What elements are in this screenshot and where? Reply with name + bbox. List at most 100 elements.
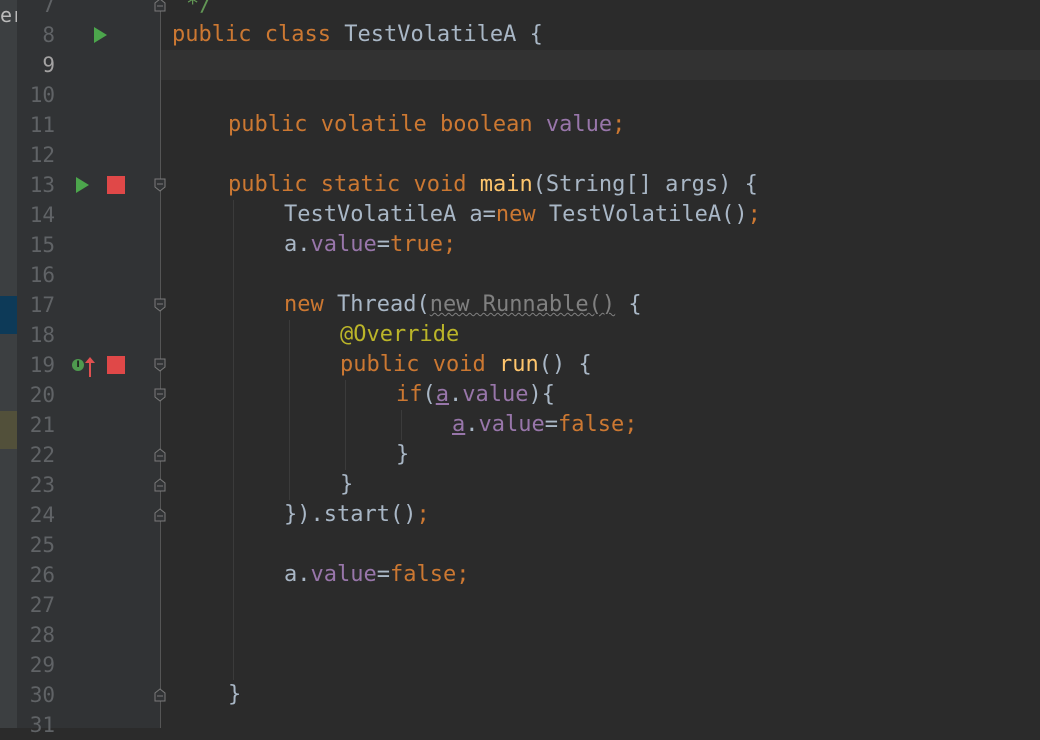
code-line[interactable]: } bbox=[228, 680, 241, 710]
keyword-token: public bbox=[340, 352, 420, 377]
code-line[interactable]: public void run() { bbox=[340, 350, 592, 380]
keyword-token: if bbox=[396, 382, 423, 407]
line-number: 14 bbox=[29, 203, 55, 227]
line-number: 20 bbox=[29, 383, 55, 407]
code-text: . bbox=[465, 412, 479, 437]
keyword-token: class bbox=[264, 22, 331, 47]
code-text: a. bbox=[284, 562, 311, 587]
fold-end-icon[interactable] bbox=[154, 448, 166, 462]
line-number: 21 bbox=[29, 413, 55, 437]
semicolon-token: ; bbox=[747, 202, 761, 227]
code-line[interactable]: } bbox=[396, 440, 409, 470]
keyword-token: false bbox=[557, 412, 625, 437]
fold-end-icon[interactable] bbox=[154, 478, 166, 492]
keyword-token: public bbox=[228, 172, 308, 197]
line-number: 15 bbox=[29, 233, 55, 257]
code-text: ){ bbox=[528, 382, 555, 407]
method-name-token: run bbox=[498, 352, 539, 377]
code-line[interactable]: } bbox=[340, 470, 353, 500]
line-number: 10 bbox=[29, 83, 55, 107]
field-token: value bbox=[310, 562, 377, 587]
captured-variable-token: a bbox=[435, 382, 449, 407]
line-number: 19 bbox=[29, 353, 55, 377]
code-text: }).start() bbox=[284, 502, 417, 527]
line-number: 8 bbox=[42, 23, 55, 47]
code-text: TestVolatileA() bbox=[535, 202, 748, 227]
indent-guide bbox=[289, 320, 290, 500]
fold-start-icon[interactable] bbox=[154, 388, 166, 402]
field-token: value bbox=[478, 412, 545, 437]
code-line[interactable]: public static void main(String[] args) { bbox=[228, 170, 758, 200]
line-number: 30 bbox=[29, 683, 55, 707]
run-class-icon[interactable] bbox=[94, 27, 107, 43]
code-text: () { bbox=[538, 352, 592, 377]
code-text: Thread( bbox=[323, 292, 430, 317]
line-number: 11 bbox=[29, 113, 55, 137]
fold-start-icon[interactable] bbox=[154, 178, 166, 192]
code-text: . bbox=[449, 382, 463, 407]
code-line[interactable]: if(a.value){ bbox=[396, 380, 555, 410]
code-text: = bbox=[376, 562, 390, 587]
keyword-token: boolean bbox=[439, 112, 533, 137]
implements-method-icon[interactable]: I bbox=[72, 359, 84, 371]
code-text: TestVolatileA a= bbox=[284, 202, 496, 227]
code-line[interactable]: public volatile boolean value; bbox=[228, 110, 625, 140]
tool-window-marker[interactable] bbox=[0, 411, 17, 449]
run-main-icon[interactable] bbox=[76, 177, 89, 193]
code-line[interactable]: a.value=false; bbox=[452, 410, 637, 440]
line-number: 22 bbox=[29, 443, 55, 467]
fold-end-icon[interactable] bbox=[154, 508, 166, 522]
fold-end-icon[interactable] bbox=[154, 0, 166, 12]
keyword-token: public bbox=[228, 112, 308, 137]
semicolon-token: ; bbox=[612, 112, 626, 137]
keyword-token: new bbox=[495, 202, 536, 227]
comment-token: */ bbox=[186, 0, 213, 17]
field-token: value bbox=[310, 232, 377, 257]
line-number: 28 bbox=[29, 623, 55, 647]
breakpoint-icon[interactable] bbox=[107, 176, 125, 194]
breakpoint-icon[interactable] bbox=[107, 356, 125, 374]
code-line[interactable]: */ bbox=[186, 0, 213, 20]
code-line[interactable]: @Override bbox=[340, 320, 459, 350]
anonymous-class-hint: new Runnable() bbox=[429, 292, 616, 317]
fold-start-icon[interactable] bbox=[154, 298, 166, 312]
line-number: 25 bbox=[29, 533, 55, 557]
code-text: = bbox=[376, 232, 390, 257]
code-line[interactable]: TestVolatileA a=new TestVolatileA(); bbox=[284, 200, 761, 230]
indent-guide bbox=[401, 410, 402, 440]
keyword-token: static bbox=[320, 172, 401, 197]
captured-variable-token: a bbox=[452, 412, 466, 437]
code-text: a. bbox=[284, 232, 311, 257]
brace-token: { bbox=[615, 292, 642, 317]
keyword-token: true bbox=[389, 232, 443, 257]
semicolon-token: ; bbox=[624, 412, 638, 437]
code-text: = bbox=[544, 412, 558, 437]
brace-token: } bbox=[340, 472, 354, 497]
code-line[interactable]: new Thread(new Runnable() { bbox=[284, 290, 642, 320]
line-number: 29 bbox=[29, 653, 55, 677]
line-number-current: 9 bbox=[42, 53, 55, 77]
code-line[interactable]: a.value=false; bbox=[284, 560, 469, 590]
tool-window-strip: er bbox=[0, 0, 24, 728]
semicolon-token: ; bbox=[416, 502, 430, 527]
tool-window-selected-marker[interactable] bbox=[0, 296, 17, 334]
keyword-token: public bbox=[172, 22, 252, 47]
line-number: 13 bbox=[29, 173, 55, 197]
line-number: 27 bbox=[29, 593, 55, 617]
fold-end-icon[interactable] bbox=[154, 688, 166, 702]
code-line[interactable]: }).start(); bbox=[284, 500, 430, 530]
line-number: 31 bbox=[29, 713, 55, 737]
line-number: 7 bbox=[42, 0, 55, 17]
annotation-token: @Override bbox=[340, 322, 460, 347]
fold-start-icon[interactable] bbox=[154, 358, 166, 372]
brace-token: { bbox=[529, 22, 543, 47]
method-name-token: main bbox=[479, 172, 533, 197]
code-line[interactable]: public class TestVolatileA { bbox=[172, 20, 543, 50]
override-arrow-icon[interactable] bbox=[85, 357, 95, 377]
keyword-token: new bbox=[284, 292, 324, 317]
keyword-token: false bbox=[389, 562, 457, 587]
indent-guide bbox=[233, 200, 234, 680]
line-number: 24 bbox=[29, 503, 55, 527]
code-line[interactable]: a.value=true; bbox=[284, 230, 456, 260]
code-text: (String[] args) { bbox=[532, 172, 758, 197]
